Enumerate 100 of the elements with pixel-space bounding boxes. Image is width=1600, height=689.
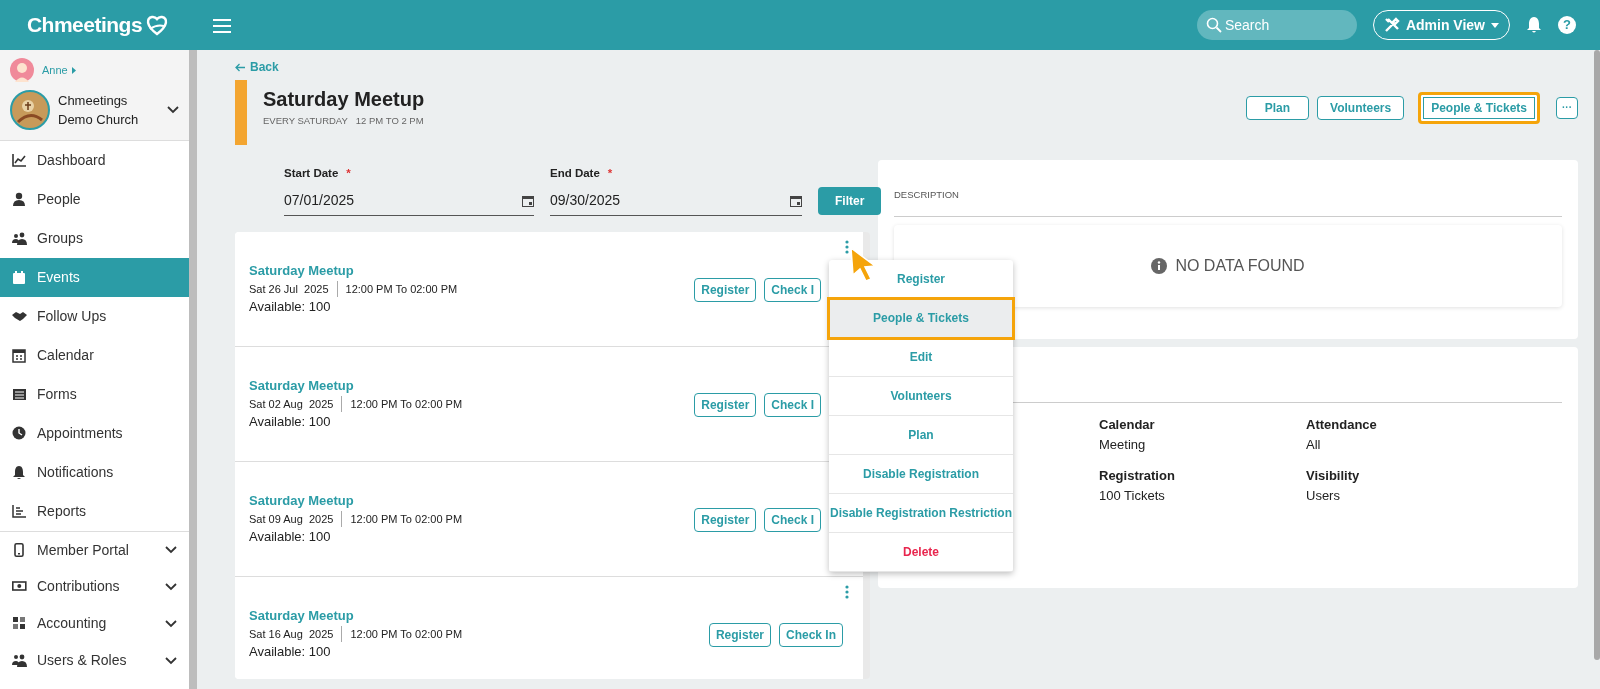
page-title: Saturday Meetup (263, 87, 426, 112)
sidebar-item[interactable]: Reports (0, 492, 189, 531)
calendar-icon (790, 194, 802, 207)
search-field[interactable]: Search (1196, 10, 1357, 40)
event-title[interactable]: Saturday Meetup (249, 261, 695, 281)
schedule-days: EVERY SATURDAY (263, 114, 348, 129)
clock-icon (12, 426, 27, 441)
event-title[interactable]: Saturday Meetup (249, 606, 709, 626)
event-availability: Available: 100 (249, 643, 332, 662)
event-title[interactable]: Saturday Meetup (249, 376, 695, 396)
event-button[interactable]: Check I (764, 393, 821, 417)
detail-label: Visibility (1306, 467, 1361, 485)
sidebar-item[interactable]: Dashboard (0, 141, 189, 180)
event-button[interactable]: Register (694, 393, 757, 417)
event-time: 12:00 PM To 02:00 PM (349, 511, 463, 527)
help-icon[interactable]: ? (1558, 16, 1576, 34)
back-link[interactable]: Back (235, 58, 279, 76)
event-time: 12:00 PM To 02:00 PM (349, 626, 463, 642)
sidebar-item[interactable]: Users & Roles (0, 642, 189, 679)
title-accent-bar (235, 80, 247, 145)
brand-name: Chmeetings (26, 12, 143, 39)
event-button[interactable]: Check In (779, 623, 843, 647)
sidebar-item[interactable]: Member Portal (0, 531, 189, 568)
phone-icon (12, 542, 27, 558)
event-availability: Available: 100 (249, 413, 332, 432)
event-availability: Available: 100 (249, 298, 332, 317)
detail-value: 100 Tickets (1099, 486, 1166, 505)
chevron-down-icon (165, 656, 177, 665)
detail-value: Meeting (1099, 435, 1147, 454)
empty-state-text: NO DATA FOUND (1175, 256, 1305, 277)
report-icon (12, 504, 27, 519)
event-button[interactable]: Register (694, 508, 757, 532)
search-icon (1205, 17, 1222, 33)
required-mark: * (607, 166, 613, 179)
sidebar-item[interactable]: Forms (0, 375, 189, 414)
menu-item[interactable]: People & Tickets (829, 299, 1013, 338)
event-time: 12:00 PM To 02:00 PM (349, 396, 463, 412)
bell-icon (1526, 16, 1542, 34)
field-label: Start Date * (284, 165, 352, 181)
people-icon (12, 231, 27, 246)
detail-label: Calendar (1099, 416, 1156, 434)
section-heading: DESCRIPTION (894, 176, 1562, 218)
event-availability: Available: 100 (249, 528, 332, 547)
event-date: Sat 16 Aug 2025 (249, 625, 343, 643)
avatar-icon (10, 58, 34, 82)
event-button[interactable]: Register (708, 623, 771, 647)
arrow-left-icon (235, 62, 246, 72)
sidebar-item[interactable]: People (0, 180, 189, 219)
filter-button[interactable]: Filter (818, 187, 882, 215)
event-title[interactable]: Saturday Meetup (249, 491, 695, 511)
chart-icon (12, 153, 27, 168)
church-name[interactable]: Chmeetings Demo Church (58, 91, 159, 129)
event-button[interactable]: Check I (764, 278, 821, 302)
list-icon (12, 387, 27, 402)
event-date: Sat 26 Jul 2025 (249, 280, 338, 298)
detail-value: All (1306, 435, 1322, 454)
event-button[interactable]: Register (694, 278, 757, 302)
chevron-down-icon (165, 546, 177, 554)
caret-icon (1491, 22, 1499, 28)
bell-icon (12, 465, 27, 480)
sidebar-item[interactable]: Follow Ups (0, 297, 189, 336)
info-icon (1151, 258, 1168, 275)
sidebar-item[interactable]: Groups (0, 219, 189, 258)
required-mark: * (346, 166, 351, 179)
tools-icon (1383, 17, 1400, 33)
date-field[interactable]: 09/30/2025 (550, 186, 802, 216)
kebab-menu-icon[interactable] (845, 585, 849, 599)
sidebar-item[interactable]: Accounting (0, 605, 189, 642)
chevron-down-icon (167, 106, 179, 114)
event-button[interactable]: Check I (764, 508, 821, 532)
date-field[interactable]: 07/01/2025 (284, 186, 534, 216)
detail-value: Users (1306, 486, 1341, 505)
event-date: Sat 02 Aug 2025 (249, 395, 343, 413)
church-logo-icon (10, 90, 50, 130)
event-time: 12:00 PM To 02:00 PM (344, 281, 458, 297)
detail-label: Attendance (1306, 416, 1378, 434)
chevron-down-icon (165, 582, 177, 591)
sidebar-item[interactable]: Notifications (0, 453, 189, 492)
sidebar-item[interactable]: Appointments (0, 414, 189, 453)
calendar-icon (12, 270, 27, 285)
field-label: End Date * (550, 165, 614, 181)
chevron-down-icon (165, 619, 177, 628)
kebab-menu-icon[interactable] (845, 240, 849, 254)
caret-icon (71, 66, 76, 74)
calendar-icon (522, 194, 534, 207)
action-button[interactable]: Volunteers (1317, 96, 1405, 120)
detail-label: Registration (1099, 467, 1176, 485)
sidebar-item[interactable]: Contributions (0, 568, 189, 605)
schedule-time: 12 PM TO 2 PM (355, 114, 424, 128)
user-name[interactable]: Anne (42, 61, 76, 79)
calendar-icon (12, 348, 27, 363)
people-icon (12, 653, 27, 668)
action-button[interactable]: Plan (1245, 96, 1310, 120)
more-button[interactable]: ··· (1556, 97, 1578, 119)
grid-icon (12, 616, 27, 631)
money-icon (12, 579, 27, 594)
sidebar-item[interactable]: Calendar (0, 336, 189, 375)
event-date: Sat 09 Aug 2025 (249, 510, 343, 528)
sidebar-item[interactable]: Events (0, 258, 189, 297)
action-button[interactable]: People & Tickets (1418, 92, 1540, 124)
